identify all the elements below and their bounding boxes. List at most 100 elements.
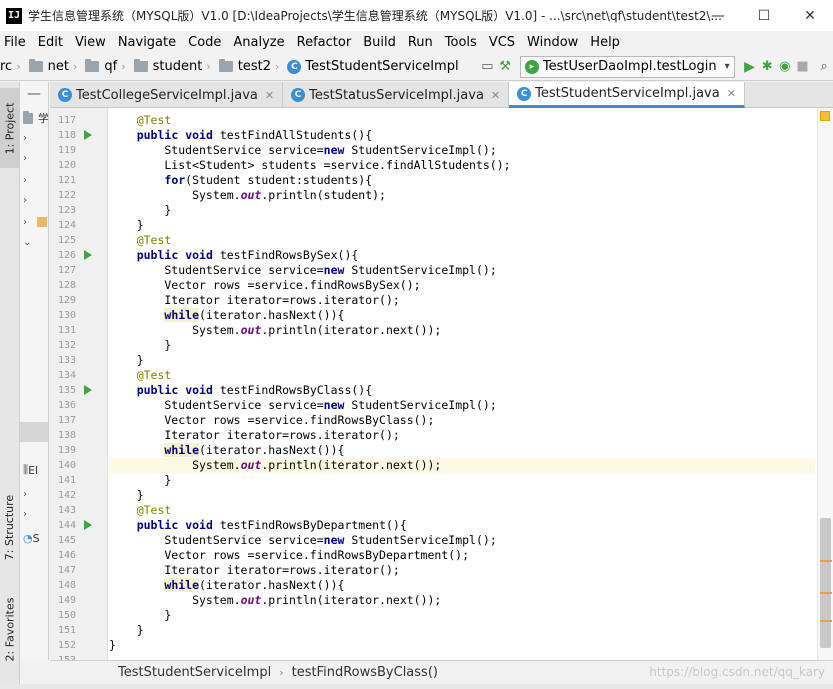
coverage-icon[interactable]: ◉ — [778, 56, 792, 78]
code-line[interactable]: while(iterator.hasNext()){ — [109, 308, 815, 323]
tab-structure[interactable]: 7: Structure — [0, 482, 20, 572]
tree-item[interactable]: › — [20, 484, 48, 504]
menu-view[interactable]: View — [75, 35, 106, 50]
tree-item[interactable]: › — [20, 128, 48, 148]
tab-favorites[interactable]: 2: Favorites — [0, 587, 20, 672]
menu-help[interactable]: Help — [590, 35, 620, 50]
code-line[interactable]: System.out.println(iterator.next()); — [109, 323, 815, 338]
menu-code[interactable]: Code — [188, 35, 221, 50]
tree-item[interactable]: › — [20, 504, 48, 524]
editor-gutter[interactable]: 117 118 119 120 121 122 123 124 125 126 127 128 129 1… — [50, 108, 108, 660]
stop-icon[interactable]: ■ — [796, 56, 810, 78]
code-line[interactable]: StudentService service=new StudentServic… — [109, 398, 815, 413]
tree-item-scratches[interactable]: ◔ S — [20, 528, 48, 548]
code-line[interactable]: } — [109, 623, 815, 638]
code-line[interactable]: List<Student> students =service.findAllS… — [109, 158, 815, 173]
code-line[interactable]: public void testFindRowsByClass(){ — [109, 383, 815, 398]
code-line[interactable]: StudentService service=new StudentServic… — [109, 263, 815, 278]
code-line[interactable]: } — [109, 203, 815, 218]
warning-marker[interactable] — [820, 620, 832, 622]
code-line[interactable]: } — [109, 353, 815, 368]
code-line[interactable]: Vector rows =service.findRowsByClass(); — [109, 413, 815, 428]
collapse-panel-icon[interactable]: — — [20, 82, 48, 106]
close-tab-icon[interactable]: ✕ — [265, 89, 274, 102]
build-hammer-icon[interactable]: ⚒ — [498, 56, 512, 78]
tree-item[interactable]: › — [20, 170, 48, 190]
tab-test-student-service-impl[interactable]: C TestStudentServiceImpl.java ✕ — [509, 82, 745, 108]
code-line[interactable]: @Test — [109, 233, 815, 248]
menu-vcs[interactable]: VCS — [489, 35, 515, 50]
code-line[interactable]: while(iterator.hasNext()){ — [109, 443, 815, 458]
warning-indicator-icon[interactable] — [820, 111, 830, 121]
menu-file[interactable]: File — [4, 35, 26, 50]
search-icon[interactable]: ⌕ — [817, 56, 831, 78]
code-line[interactable]: } — [109, 338, 815, 353]
menu-run[interactable]: Run — [408, 35, 433, 50]
breadcrumb-student[interactable]: student › — [133, 59, 215, 74]
tab-test-status-service-impl[interactable]: C TestStatusServiceImpl.java ✕ — [283, 82, 510, 108]
run-test-icon[interactable] — [84, 520, 92, 530]
tab-test-college-service-impl[interactable]: C TestCollegeServiceImpl.java ✕ — [50, 82, 284, 108]
minimize-button[interactable]: — — [695, 0, 741, 31]
code-line[interactable]: } — [109, 488, 815, 503]
close-tab-icon[interactable]: ✕ — [727, 87, 736, 100]
menu-tools[interactable]: Tools — [445, 35, 477, 50]
menu-refactor[interactable]: Refactor — [297, 35, 352, 50]
maximize-button[interactable]: ☐ — [741, 0, 787, 31]
error-stripe[interactable] — [817, 108, 833, 660]
code-line[interactable]: @Test — [109, 503, 815, 518]
menu-edit[interactable]: Edit — [38, 35, 63, 50]
code-line[interactable]: StudentService service=new StudentServic… — [109, 143, 815, 158]
code-line[interactable]: public void testFindAllStudents(){ — [109, 128, 815, 143]
code-line[interactable]: public void testFindRowsByDepartment(){ — [109, 518, 815, 533]
tree-item-root[interactable]: 学 — [20, 108, 48, 128]
code-line[interactable]: StudentService service=new StudentServic… — [109, 533, 815, 548]
code-line[interactable]: } — [109, 638, 815, 653]
code-line[interactable]: } — [109, 608, 815, 623]
code-line[interactable]: for(Student student:students){ — [109, 173, 815, 188]
menu-analyze[interactable]: Analyze — [233, 35, 284, 50]
close-tab-icon[interactable]: ✕ — [491, 89, 500, 102]
tree-item[interactable]: ⌄ — [20, 232, 48, 252]
menu-build[interactable]: Build — [363, 35, 396, 50]
code-line[interactable]: Iterator iterator=rows.iterator(); — [109, 563, 815, 578]
run-configuration-select[interactable]: ▸ TestUserDaoImpl.testLogin ▾ — [519, 55, 735, 78]
breadcrumb-net[interactable]: net › — [28, 59, 82, 74]
menu-navigate[interactable]: Navigate — [118, 35, 176, 50]
breadcrumb-src[interactable]: rc › — [0, 59, 25, 74]
debug-bug-icon[interactable]: ✱ — [760, 56, 774, 78]
code-line[interactable]: @Test — [109, 113, 815, 128]
tree-item[interactable]: › — [20, 212, 48, 232]
code-line[interactable]: Iterator iterator=rows.iterator(); — [109, 428, 815, 443]
tree-item[interactable]: › — [20, 190, 48, 210]
warning-marker[interactable] — [820, 560, 832, 562]
code-line[interactable]: while(iterator.hasNext()){ — [109, 578, 815, 593]
window-layout-icon[interactable]: ▭ — [481, 56, 495, 78]
code-line[interactable]: System.out.println(iterator.next()); — [109, 458, 815, 473]
run-test-icon[interactable] — [84, 385, 92, 395]
close-button[interactable]: ✕ — [787, 0, 833, 31]
run-icon[interactable]: ▶ — [743, 56, 757, 78]
code-line[interactable]: public void testFindRowsBySex(){ — [109, 248, 815, 263]
run-test-icon[interactable] — [84, 130, 92, 140]
breadcrumb-qf[interactable]: qf › — [85, 59, 129, 74]
code-line[interactable] — [109, 653, 815, 660]
tab-project[interactable]: 1: Project — [0, 88, 20, 168]
breadcrumb-class[interactable]: C TestStudentServiceImpl — [287, 59, 459, 74]
code-line[interactable]: @Test — [109, 368, 815, 383]
run-test-icon[interactable] — [84, 250, 92, 260]
tree-item-external-libraries[interactable]: ⫼ El — [20, 460, 48, 480]
menu-window[interactable]: Window — [527, 35, 578, 50]
breadcrumb-test2[interactable]: test2 › — [218, 59, 284, 74]
code-line[interactable]: Iterator iterator=rows.iterator(); — [109, 293, 815, 308]
code-editor[interactable]: 117 118 119 120 121 122 123 124 125 126 127 128 129 1… — [50, 108, 833, 660]
breadcrumb-class-name[interactable]: TestStudentServiceImpl — [118, 665, 271, 680]
code-line[interactable]: System.out.println(student); — [109, 188, 815, 203]
tree-item[interactable]: › — [20, 148, 48, 168]
code-line[interactable]: System.out.println(iterator.next()); — [109, 593, 815, 608]
code-line[interactable]: Vector rows =service.findRowsByDepartmen… — [109, 548, 815, 563]
code-line[interactable]: } — [109, 218, 815, 233]
code-line[interactable]: } — [109, 473, 815, 488]
code-line[interactable]: Vector rows =service.findRowsBySex(); — [109, 278, 815, 293]
warning-marker[interactable] — [820, 592, 832, 594]
